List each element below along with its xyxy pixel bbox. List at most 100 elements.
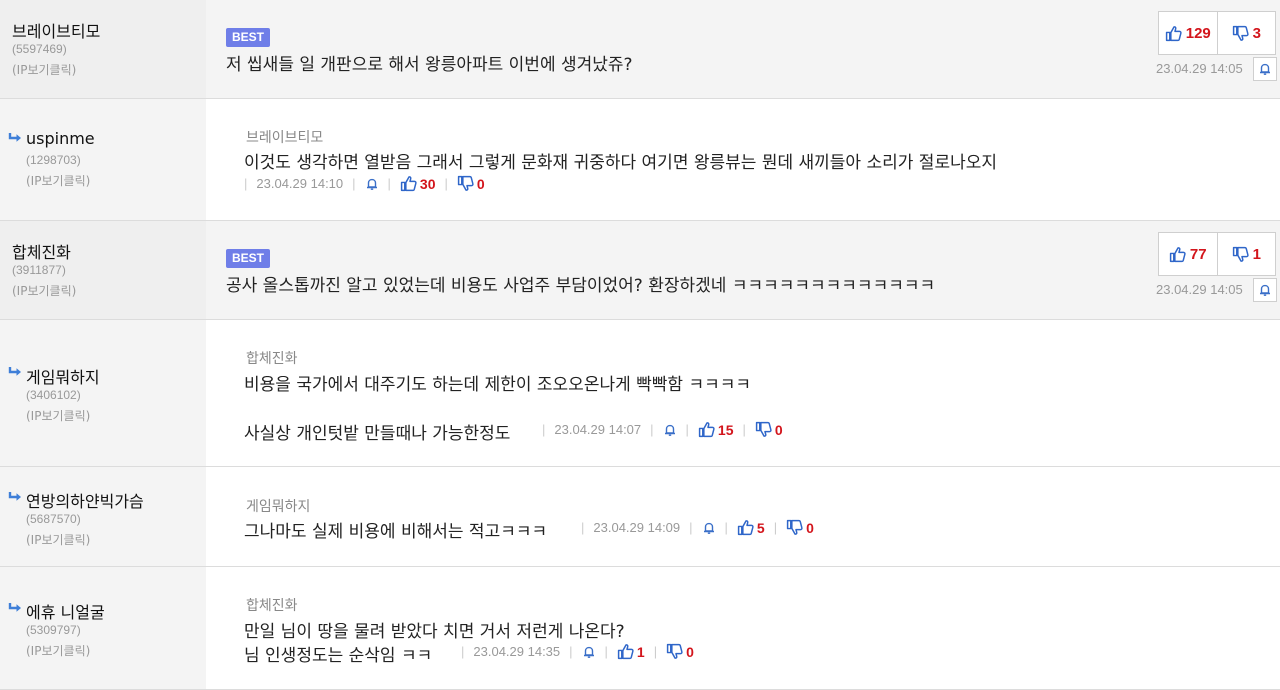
author-name[interactable]: 에휴 니얼굴	[26, 599, 105, 623]
downvote-count: 0	[774, 421, 783, 438]
upvote-button[interactable]: 1	[617, 643, 645, 660]
downvote-count: 0	[476, 175, 485, 192]
downvote-button[interactable]: 0	[755, 421, 783, 438]
parent-author: 합체진화	[246, 351, 298, 367]
author-id: (1298703)	[26, 153, 81, 167]
downvote-count: 0	[686, 643, 694, 660]
comment-text-line-2: 님 인생정도는 순삭임 ㅋㅋ	[244, 646, 433, 666]
comment-reply-3: 연방의하얀빅가슴 (5687570) (IP보기클릭) 게임뭐하지 그나마도 실…	[0, 467, 1280, 567]
comment-meta: | 23.04.29 14:07 | | 15 | 0	[533, 421, 783, 438]
divider: |	[724, 520, 728, 535]
thumbs-up-icon	[617, 643, 634, 660]
comment-text-line-2: 사실상 개인텃밭 만들때나 가능한정도	[244, 424, 511, 444]
reply-arrow-icon	[8, 132, 22, 144]
bell-icon[interactable]	[663, 423, 677, 437]
comment-date: 23.04.29 14:35	[473, 644, 561, 659]
author-name[interactable]: 연방의하얀빅가슴	[26, 488, 144, 512]
comment-text: 공사 올스톱까진 알고 있었는데 비용도 사업주 부담이었어? 환장하겠네 ㅋㅋ…	[226, 276, 936, 296]
comment-text: 저 씹새들 일 개판으로 해서 왕릉아파트 이번에 생겨났쥬?	[226, 55, 633, 75]
downvote-button[interactable]: 3	[1216, 12, 1276, 54]
downvote-button[interactable]: 0	[786, 519, 814, 536]
divider: |	[773, 520, 778, 535]
divider: |	[387, 176, 391, 191]
reply-arrow-icon	[8, 491, 22, 503]
ip-view-link[interactable]: (IP보기클릭)	[26, 407, 90, 424]
comment-text: 만일 님이 땅을 물려 받았다 치면 거서 저런게 나온다?	[244, 622, 625, 642]
divider: |	[685, 422, 689, 437]
author-id: (5309797)	[26, 623, 81, 637]
ip-view-link[interactable]: (IP보기클릭)	[12, 61, 76, 78]
upvote-count: 30	[419, 175, 436, 192]
author-id: (3406102)	[26, 388, 81, 402]
comment-reply-1: uspinme (1298703) (IP보기클릭) 브레이브티모 이것도 생각…	[0, 99, 1280, 221]
divider: |	[742, 422, 746, 437]
author-name[interactable]: 브레이브티모	[12, 18, 100, 42]
comment-date: 23.04.29 14:09	[593, 520, 681, 535]
divider: |	[581, 520, 585, 535]
comment-reply-2: 게임뭐하지 (3406102) (IP보기클릭) 합체진화 비용을 국가에서 대…	[0, 320, 1280, 467]
comment-reply-4: 에휴 니얼굴 (5309797) (IP보기클릭) 합체진화 만일 님이 땅을 …	[0, 567, 1280, 690]
author-id: (3911877)	[12, 263, 66, 277]
bell-icon[interactable]	[582, 645, 596, 659]
upvote-button[interactable]: 5	[737, 519, 765, 536]
author-name[interactable]: uspinme	[26, 129, 95, 148]
comment-text: 이것도 생각하면 열받음 그래서 그렇게 문화재 귀중하다 여기면 왕릉뷰는 뭔…	[244, 153, 998, 173]
parent-author: 게임뭐하지	[246, 499, 311, 515]
downvote-count: 1	[1252, 245, 1261, 263]
upvote-button[interactable]: 15	[698, 421, 734, 438]
bell-icon[interactable]	[365, 177, 379, 191]
author-panel: 에휴 니얼굴 (5309797) (IP보기클릭)	[0, 567, 206, 689]
thumbs-down-icon	[786, 519, 803, 536]
thumbs-down-icon	[666, 643, 683, 660]
bell-icon	[1258, 62, 1272, 76]
best-badge: BEST	[226, 28, 270, 47]
reply-arrow-icon	[8, 602, 22, 614]
downvote-button[interactable]: 1	[1216, 233, 1276, 275]
divider: |	[352, 176, 356, 191]
thumbs-up-icon	[737, 519, 754, 536]
upvote-button[interactable]: 77	[1159, 233, 1217, 275]
comment-date: 23.04.29 14:07	[554, 422, 642, 437]
divider: |	[444, 176, 448, 191]
author-id: (5597469)	[12, 42, 67, 56]
author-panel: uspinme (1298703) (IP보기클릭)	[0, 99, 206, 220]
parent-author: 합체진화	[246, 598, 298, 614]
author-id: (5687570)	[26, 512, 81, 526]
author-panel: 연방의하얀빅가슴 (5687570) (IP보기클릭)	[0, 467, 206, 566]
downvote-button[interactable]: 0	[666, 643, 694, 660]
ip-view-link[interactable]: (IP보기클릭)	[26, 172, 90, 189]
bell-icon[interactable]	[702, 521, 716, 535]
author-name[interactable]: 합체진화	[12, 239, 71, 263]
parent-author: 브레이브티모	[246, 130, 324, 146]
author-panel: 게임뭐하지 (3406102) (IP보기클릭)	[0, 320, 206, 466]
divider: |	[569, 644, 573, 659]
comment-text: 비용을 국가에서 대주기도 하는데 제한이 조오오온나게 빡빡함 ㅋㅋㅋㅋ	[244, 375, 752, 395]
upvote-button[interactable]: 30	[400, 175, 436, 192]
downvote-count: 0	[806, 519, 814, 536]
author-name[interactable]: 게임뭐하지	[26, 364, 100, 388]
ip-view-link[interactable]: (IP보기클릭)	[26, 531, 90, 548]
divider: |	[461, 644, 465, 659]
upvote-count: 1	[636, 643, 645, 660]
upvote-button[interactable]: 129	[1159, 12, 1217, 54]
reply-arrow-icon	[8, 366, 22, 378]
divider: |	[604, 644, 608, 659]
upvote-count: 77	[1189, 245, 1207, 263]
downvote-button[interactable]: 0	[457, 175, 485, 192]
upvote-count: 15	[717, 421, 734, 438]
thumbs-down-icon	[457, 175, 474, 192]
comment-text: 그나마도 실제 비용에 비해서는 적고ㅋㅋㅋ	[244, 522, 548, 542]
vote-box: 77 1	[1158, 232, 1276, 276]
upvote-count: 5	[756, 519, 765, 536]
comment-best-2: 합체진화 (3911877) (IP보기클릭) BEST 공사 올스톱까진 알고…	[0, 221, 1280, 320]
author-panel: 브레이브티모 (5597469) (IP보기클릭)	[0, 0, 206, 98]
report-button[interactable]	[1253, 278, 1277, 302]
divider: |	[244, 176, 248, 191]
ip-view-link[interactable]: (IP보기클릭)	[26, 642, 90, 659]
report-button[interactable]	[1253, 57, 1277, 81]
ip-view-link[interactable]: (IP보기클릭)	[12, 282, 76, 299]
upvote-count: 129	[1185, 24, 1211, 42]
divider: |	[653, 644, 658, 659]
thumbs-down-icon	[1232, 25, 1249, 42]
comment-date: 23.04.29 14:05	[1156, 282, 1243, 297]
